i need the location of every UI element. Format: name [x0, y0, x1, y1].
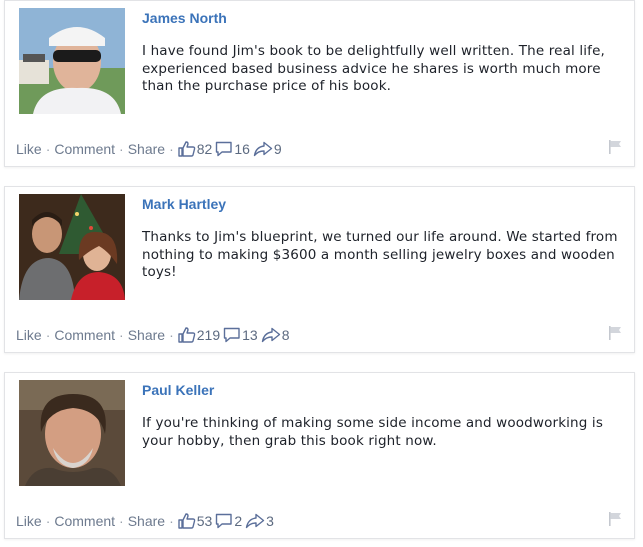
thumbs-up-icon [178, 513, 196, 529]
comment-count-value: 2 [234, 513, 243, 529]
comment-text: If you're thinking of making some side i… [142, 415, 604, 449]
avatar-photo [19, 194, 125, 300]
comment-link[interactable]: Comment [54, 327, 115, 343]
post-card: James North I have found Jim's book to b… [4, 0, 635, 167]
flag-icon[interactable] [607, 511, 623, 527]
speech-bubble-icon [216, 141, 233, 157]
separator: · [45, 141, 51, 157]
action-bar: Like · Comment · Share · 53 2 3 [16, 513, 274, 529]
avatar-photo [19, 8, 125, 114]
share-link[interactable]: Share [128, 513, 165, 529]
like-link[interactable]: Like [16, 141, 42, 157]
like-count-value: 219 [196, 327, 221, 343]
comment-text: Thanks to Jim's blueprint, we turned our… [142, 229, 618, 280]
thumbs-up-icon [178, 327, 196, 343]
like-count[interactable]: 82 [178, 141, 213, 157]
separator: · [45, 513, 51, 529]
author-name[interactable]: James North [142, 10, 227, 26]
share-count-value: 3 [266, 513, 274, 529]
separator: · [169, 327, 174, 343]
flag-icon[interactable] [607, 325, 623, 341]
separator: · [169, 513, 174, 529]
like-link[interactable]: Like [16, 327, 42, 343]
separator: · [119, 327, 124, 343]
share-count[interactable]: 3 [245, 513, 274, 529]
share-count-value: 9 [273, 141, 282, 157]
share-link[interactable]: Share [128, 141, 165, 157]
author-name[interactable]: Mark Hartley [142, 196, 226, 212]
action-bar: Like · Comment · Share · 219 13 8 [16, 327, 289, 343]
comment-count-value: 13 [242, 327, 258, 343]
share-arrow-icon [245, 513, 265, 529]
post-card: Paul Keller If you're thinking of making… [4, 372, 635, 539]
comment-link[interactable]: Comment [54, 141, 115, 157]
comment-count-value: 16 [234, 141, 250, 157]
flag-icon[interactable] [607, 139, 623, 155]
like-link[interactable]: Like [16, 513, 42, 529]
action-bar: Like · Comment · Share · 82 16 9 [16, 141, 282, 157]
speech-bubble-icon [223, 327, 240, 343]
speech-bubble-icon [216, 513, 233, 529]
share-arrow-icon [253, 141, 273, 157]
comment-count[interactable]: 16 [215, 141, 250, 157]
comment-text: I have found Jim's book to be delightful… [142, 43, 605, 94]
author-name[interactable]: Paul Keller [142, 382, 214, 398]
comment-count[interactable]: 13 [223, 327, 258, 343]
like-count[interactable]: 53 [178, 513, 213, 529]
separator: · [45, 327, 51, 343]
like-count-value: 53 [196, 513, 213, 529]
avatar[interactable] [19, 194, 125, 300]
like-count[interactable]: 219 [178, 327, 220, 343]
comment-link[interactable]: Comment [54, 513, 115, 529]
separator: · [169, 141, 174, 157]
share-count[interactable]: 8 [261, 327, 290, 343]
post-card: Mark Hartley Thanks to Jim's blueprint, … [4, 186, 635, 353]
avatar[interactable] [19, 380, 125, 486]
share-arrow-icon [261, 327, 280, 343]
separator: · [119, 141, 124, 157]
avatar[interactable] [19, 8, 125, 114]
share-count[interactable]: 9 [253, 141, 282, 157]
thumbs-up-icon [178, 141, 196, 157]
comment-count[interactable]: 2 [215, 513, 242, 529]
share-count-value: 8 [281, 327, 290, 343]
avatar-photo [19, 380, 125, 486]
like-count-value: 82 [196, 141, 213, 157]
share-link[interactable]: Share [128, 327, 165, 343]
separator: · [119, 513, 124, 529]
